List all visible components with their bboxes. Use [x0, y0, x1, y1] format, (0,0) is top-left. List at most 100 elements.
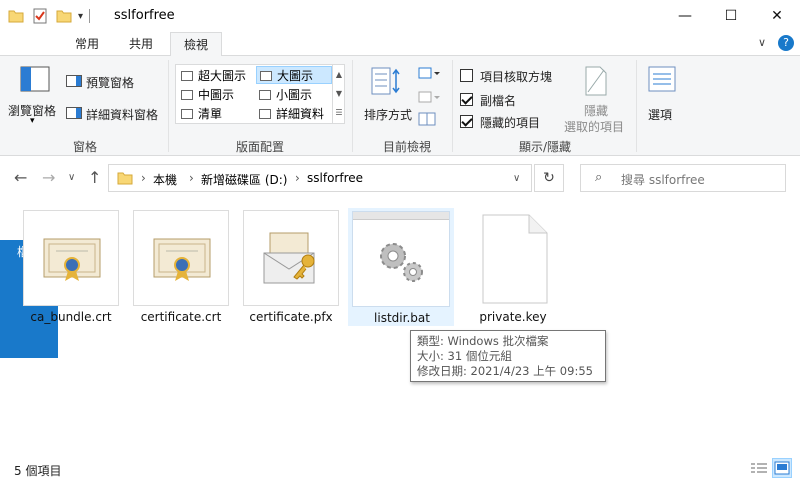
hide-selected-label-1: 隱藏 [584, 104, 609, 118]
ribbon-divider [636, 60, 637, 152]
nav-pane-button[interactable]: 瀏覽窗格 ▾ [8, 62, 60, 128]
tooltip-type: 類型: Windows 批次檔案 [417, 334, 549, 348]
file-item[interactable]: ca_bundle.crt [18, 208, 124, 326]
layout-large-icons[interactable]: 大圖示 [256, 66, 332, 84]
forward-icon[interactable]: → [42, 168, 55, 187]
new-folder-icon[interactable] [56, 9, 72, 23]
sort-by-label: 排序方式 [364, 108, 413, 122]
ribbon-divider [452, 60, 453, 152]
chevron-right-icon: › [295, 171, 300, 185]
file-name: private.key [479, 310, 547, 324]
panes-group-label: 窗格 [72, 140, 97, 154]
file-item[interactable]: listdir.bat [348, 208, 454, 326]
file-info-tooltip: 類型: Windows 批次檔案 大小: 31 個位元組 修改日期: 2021/… [410, 330, 606, 382]
thumbnail [243, 210, 339, 306]
back-icon[interactable]: ← [14, 168, 27, 187]
show-hide-group-label: 顯示/隱藏 [518, 140, 572, 154]
folder-icon[interactable] [8, 9, 24, 23]
maximize-button[interactable]: ☐ [708, 0, 754, 32]
extra-large-icons-icon [181, 71, 193, 81]
layout-details[interactable]: 詳細資料 [256, 105, 332, 123]
address-bar[interactable]: › 本機 › 新增磁碟區 (D:) › sslforfree ∨ [108, 164, 532, 192]
file-extensions-checkbox[interactable] [460, 93, 473, 106]
close-button[interactable]: ✕ [754, 0, 800, 32]
thumbnail [133, 210, 229, 306]
hidden-items-checkbox[interactable] [460, 115, 473, 128]
list-icon [181, 109, 193, 119]
file-name: ca_bundle.crt [30, 310, 112, 324]
details-pane-button[interactable]: 詳細資料窗格 [66, 104, 166, 122]
breadcrumb-this-pc[interactable]: 本機 [153, 171, 177, 188]
file-item[interactable]: private.key [460, 208, 566, 326]
file-name: certificate.crt [140, 310, 222, 324]
properties-icon[interactable] [32, 8, 48, 24]
file-extensions-toggle[interactable]: 副檔名 [460, 92, 570, 108]
chevron-right-icon: › [141, 171, 146, 185]
navigation-bar: ← → ∨ ↑ › 本機 › 新增磁碟區 (D:) › sslforfree ∨… [0, 158, 800, 198]
tab-share[interactable]: 共用 [116, 32, 166, 56]
current-view-group-label: 目前檢視 [382, 140, 431, 154]
ribbon: 瀏覽窗格 ▾ 預覽窗格 詳細資料窗格 窗格 超大圖示 大圖示 中圖示 小圖示 清… [0, 56, 800, 156]
large-icons-view-icon [774, 461, 790, 475]
layout-list[interactable]: 清單 [178, 105, 256, 123]
sort-by-button[interactable]: 排序方式 [360, 62, 414, 132]
layout-item-label: 中圖示 [198, 88, 235, 102]
hide-selected-button[interactable]: 隱藏 選取的項目 [562, 62, 630, 136]
file-item[interactable]: certificate.crt [128, 208, 234, 326]
layout-item-label: 超大圖示 [198, 69, 247, 83]
large-icons-icon [260, 71, 272, 81]
file-item[interactable]: certificate.pfx [238, 208, 344, 326]
breadcrumb-drive-d[interactable]: 新增磁碟區 (D:) [201, 171, 287, 188]
details-pane-label: 詳細資料窗格 [86, 108, 159, 122]
add-columns-icon [418, 91, 440, 103]
customize-toolbar-icon[interactable]: ▾ [78, 11, 83, 22]
thumbnail [23, 210, 119, 306]
minimize-button[interactable]: — [662, 0, 708, 32]
add-columns-button[interactable] [418, 90, 442, 106]
hide-selected-label-2: 選取的項目 [564, 120, 625, 134]
thumbnail [352, 211, 450, 307]
options-icon [648, 66, 676, 92]
tab-view[interactable]: 檢視 [170, 32, 222, 57]
group-by-button[interactable] [418, 66, 442, 82]
tab-home[interactable]: 常用 [62, 32, 112, 56]
up-icon[interactable]: ↑ [88, 168, 101, 187]
hidden-items-toggle[interactable]: 隱藏的項目 [460, 114, 570, 130]
layout-small-icons[interactable]: 小圖示 [256, 86, 332, 104]
folder-icon [117, 172, 133, 185]
certificate-icon [43, 238, 101, 281]
item-checkboxes-checkbox[interactable] [460, 69, 473, 82]
layout-extra-large-icons[interactable]: 超大圖示 [178, 67, 256, 85]
refresh-button[interactable]: ↻ [534, 164, 564, 192]
recent-locations-icon[interactable]: ∨ [68, 172, 75, 183]
gallery-scroll[interactable]: ▲ ▼ ☰ [332, 65, 345, 123]
search-icon: ⌕ [595, 170, 603, 185]
search-box[interactable]: ⌕ 搜尋 sslforfree [580, 164, 786, 192]
file-extensions-label: 副檔名 [480, 94, 517, 108]
window-frame [353, 212, 449, 220]
options-label: 選項 [648, 108, 673, 122]
preview-pane-button[interactable]: 預覽窗格 [66, 72, 166, 90]
layout-medium-icons[interactable]: 中圖示 [178, 86, 256, 104]
tooltip-modified: 修改日期: 2021/4/23 上午 09:55 [417, 364, 593, 378]
batch-gears-icon [380, 243, 423, 282]
details-icon [259, 109, 271, 119]
preview-pane-label: 預覽窗格 [86, 76, 135, 90]
small-icons-icon [259, 90, 271, 100]
dropdown-arrow-icon: ▾ [30, 116, 35, 126]
hide-selected-icon [585, 66, 607, 96]
ribbon-divider [352, 60, 353, 152]
options-button[interactable]: 選項 [642, 62, 682, 132]
large-icons-view-button[interactable] [772, 458, 792, 478]
help-icon[interactable]: ? [778, 35, 794, 51]
details-view-button[interactable] [750, 458, 770, 478]
expand-ribbon-icon[interactable]: ∨ [758, 36, 766, 49]
item-checkboxes-toggle[interactable]: 項目核取方塊 [460, 68, 570, 84]
file-name: certificate.pfx [249, 310, 333, 324]
ribbon-tabs: 檔案 常用 共用 檢視 ∨ ? [0, 32, 800, 358]
details-view-icon [751, 463, 767, 473]
size-columns-button[interactable] [418, 112, 442, 128]
ribbon-divider [168, 60, 169, 152]
breadcrumb-sslforfree[interactable]: sslforfree [307, 171, 363, 185]
address-dropdown-icon[interactable]: ∨ [513, 173, 520, 184]
